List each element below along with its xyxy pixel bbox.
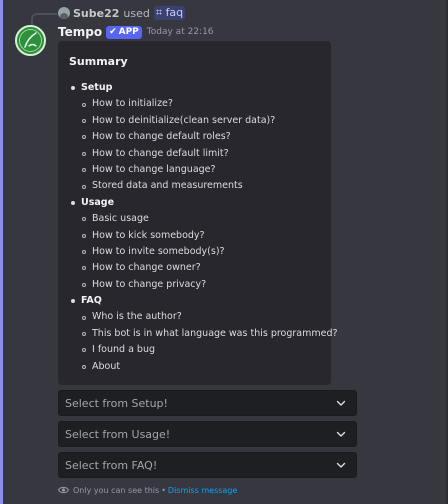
slash-command-link[interactable]: ⌗ faq	[153, 6, 186, 20]
list-item-label: I found a bug	[92, 344, 155, 356]
list-item: I found a bug	[69, 342, 320, 358]
slash-command-name: faq	[165, 6, 184, 19]
separator-dot: •	[161, 485, 166, 495]
bullet-icon	[71, 200, 75, 205]
bot-username[interactable]: Tempo	[58, 25, 102, 39]
list-item: How to change owner?	[69, 260, 320, 276]
section-label: Setup	[81, 82, 113, 93]
bullet-icon	[71, 299, 75, 304]
list-item-label: How to change privacy?	[92, 278, 207, 290]
list-item: Basic usage	[69, 211, 320, 227]
list-item-label: Basic usage	[92, 213, 149, 225]
section-faq: FAQ	[69, 293, 320, 309]
reply-user-avatar-icon[interactable]	[58, 7, 70, 19]
bullet-icon	[82, 217, 86, 222]
highlight-accent-bar	[0, 0, 3, 504]
list-item-label: This bot is in what language was this pr…	[92, 327, 338, 339]
bullet-icon	[82, 348, 86, 353]
bullet-icon	[82, 135, 86, 140]
bullet-icon	[82, 315, 86, 320]
bullet-icon	[82, 102, 86, 107]
eye-icon	[58, 486, 69, 494]
list-item-label: How to initialize?	[92, 98, 173, 110]
list-item-label: About	[92, 360, 121, 372]
bullet-icon	[82, 118, 86, 123]
select-placeholder: Select from FAQ!	[65, 458, 158, 472]
bullet-icon	[82, 168, 86, 173]
select-faq-dropdown[interactable]: Select from FAQ!	[58, 452, 357, 478]
list-item-label: How to invite somebody(s)?	[92, 245, 225, 257]
list-item: How to deinitialize(clean server data)?	[69, 113, 320, 129]
select-setup-dropdown[interactable]: Select from Setup!	[58, 390, 357, 416]
list-item: How to kick somebody?	[69, 228, 320, 244]
ephemeral-notice: Only you can see this • Dismiss message	[58, 484, 237, 496]
select-placeholder: Select from Usage!	[65, 427, 171, 441]
list-item-label: How to change owner?	[92, 262, 201, 274]
bullet-icon	[82, 250, 86, 255]
bullet-icon	[82, 282, 86, 287]
list-item: How to change default roles?	[69, 129, 320, 145]
checkmark-icon: ✔	[109, 27, 117, 37]
message-header: Tempo ✔ APP Today at 22:16	[58, 24, 214, 40]
faq-embed: Summary Setup How to initialize? How to …	[58, 41, 338, 385]
list-item-label: How to change default roles?	[92, 131, 231, 143]
reply-username[interactable]: Sube22	[73, 7, 119, 20]
reply-used-text: used	[123, 6, 150, 20]
list-item: How to change privacy?	[69, 277, 320, 293]
bullet-icon	[82, 266, 86, 271]
select-placeholder: Select from Setup!	[65, 396, 168, 410]
list-item-label: How to kick somebody?	[92, 229, 205, 241]
list-item: How to invite somebody(s)?	[69, 244, 320, 260]
bullet-icon	[82, 151, 86, 156]
list-item: How to change default limit?	[69, 146, 320, 162]
reply-reference[interactable]: Sube22 used ⌗ faq	[58, 5, 186, 21]
list-item: Who is the author?	[69, 309, 320, 325]
bullet-icon	[82, 184, 86, 189]
list-item-label: Stored data and measurements	[92, 180, 243, 192]
list-item: How to initialize?	[69, 96, 320, 112]
section-label: Usage	[81, 196, 115, 208]
bot-avatar[interactable]	[15, 25, 46, 56]
chevron-down-icon	[336, 429, 346, 439]
section-usage: Usage	[69, 195, 320, 211]
chevron-down-icon	[336, 460, 346, 470]
list-item-label: Who is the author?	[92, 311, 182, 323]
list-item: This bot is in what language was this pr…	[69, 326, 338, 342]
bullet-icon	[82, 233, 86, 238]
bullet-icon	[82, 364, 86, 369]
embed-title: Summary	[69, 55, 128, 68]
bullet-icon	[82, 332, 86, 337]
select-usage-dropdown[interactable]: Select from Usage!	[58, 421, 357, 447]
list-item-label: How to change default limit?	[92, 147, 229, 159]
dismiss-message-link[interactable]: Dismiss message	[168, 486, 237, 495]
list-item: Stored data and measurements	[69, 178, 320, 194]
message-timestamp[interactable]: Today at 22:16	[147, 27, 214, 37]
list-item: About	[69, 359, 320, 375]
reply-connector	[31, 13, 57, 25]
chevron-down-icon	[336, 398, 346, 408]
list-item-label: How to change language?	[92, 163, 216, 175]
list-item: How to change language?	[69, 162, 320, 178]
app-badge: ✔ APP	[106, 25, 142, 39]
section-setup: Setup	[69, 80, 320, 96]
bot-logo-icon	[17, 27, 44, 54]
app-badge-label: APP	[118, 27, 139, 37]
slash-command-icon: ⌗	[155, 6, 163, 19]
section-label: FAQ	[81, 295, 102, 307]
bullet-icon	[71, 86, 75, 91]
ephemeral-note: Only you can see this	[73, 485, 160, 495]
list-item-label: How to deinitialize(clean server data)?	[92, 114, 276, 126]
